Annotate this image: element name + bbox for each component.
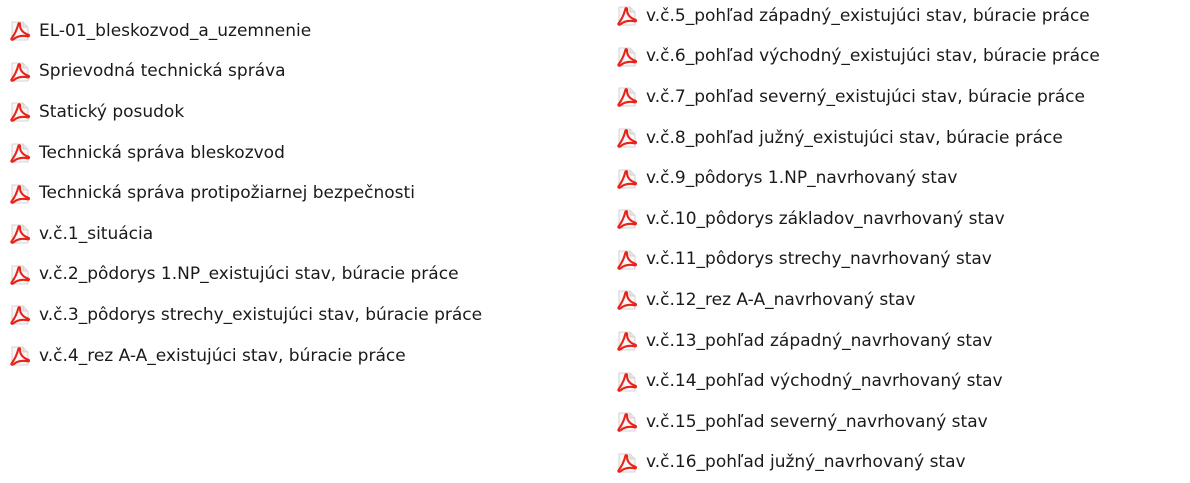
- file-name: v.č.13_pohľad západný_navrhovaný stav: [646, 330, 993, 351]
- file-item[interactable]: Statický posudok: [8, 92, 482, 133]
- file-name: v.č.3_pôdorys strechy_existujúci stav, b…: [39, 304, 483, 325]
- pdf-file-icon: [615, 410, 639, 434]
- file-item[interactable]: Technická správa bleskozvod: [8, 133, 482, 174]
- file-name: Sprievodná technická správa: [39, 61, 286, 82]
- file-name: v.č.16_pohľad južný_navrhovaný stav: [646, 452, 966, 473]
- pdf-file-icon: [8, 182, 32, 206]
- file-item[interactable]: v.č.14_pohľad východný_navrhovaný stav: [615, 361, 1100, 402]
- file-name: Technická správa protipožiarnej bezpečno…: [39, 183, 415, 204]
- file-item[interactable]: v.č.15_pohľad severný_navrhovaný stav: [615, 402, 1100, 443]
- pdf-file-icon: [615, 370, 639, 394]
- pdf-file-icon: [8, 263, 32, 287]
- pdf-file-icon: [615, 248, 639, 272]
- file-item[interactable]: v.č.7_pohľad severný_existujúci stav, bú…: [615, 77, 1100, 118]
- file-item[interactable]: v.č.9_pôdorys 1.NP_navrhovaný stav: [615, 158, 1100, 199]
- file-item[interactable]: v.č.12_rez A-A_navrhovaný stav: [615, 280, 1100, 321]
- file-name: v.č.1_situácia: [39, 223, 154, 244]
- file-list-right-column: v.č.5_pohľad západný_existujúci stav, bú…: [615, 0, 1100, 483]
- pdf-file-icon: [615, 126, 639, 150]
- file-item[interactable]: v.č.6_pohľad východný_existujúci stav, b…: [615, 37, 1100, 78]
- file-name: v.č.14_pohľad východný_navrhovaný stav: [646, 371, 1003, 392]
- pdf-file-icon: [615, 167, 639, 191]
- file-list-left-column: EL-01_bleskozvod_a_uzemnenie Sprievodná …: [8, 11, 482, 376]
- pdf-file-icon: [615, 207, 639, 231]
- file-item[interactable]: v.č.16_pohľad južný_navrhovaný stav: [615, 443, 1100, 483]
- file-item[interactable]: v.č.3_pôdorys strechy_existujúci stav, b…: [8, 295, 482, 336]
- file-name: v.č.12_rez A-A_navrhovaný stav: [646, 289, 916, 310]
- file-name: v.č.6_pohľad východný_existujúci stav, b…: [646, 46, 1100, 67]
- pdf-file-icon: [8, 344, 32, 368]
- file-name: EL-01_bleskozvod_a_uzemnenie: [39, 20, 312, 41]
- file-name: v.č.4_rez A-A_existujúci stav, búracie p…: [39, 345, 406, 366]
- pdf-file-icon: [615, 288, 639, 312]
- file-item[interactable]: v.č.10_pôdorys základov_navrhovaný stav: [615, 199, 1100, 240]
- file-name: v.č.7_pohľad severný_existujúci stav, bú…: [646, 86, 1085, 107]
- file-name: v.č.5_pohľad západný_existujúci stav, bú…: [646, 5, 1090, 26]
- pdf-file-icon: [615, 329, 639, 353]
- file-item[interactable]: v.č.5_pohľad západný_existujúci stav, bú…: [615, 0, 1100, 37]
- pdf-file-icon: [8, 303, 32, 327]
- file-item[interactable]: v.č.11_pôdorys strechy_navrhovaný stav: [615, 240, 1100, 281]
- file-item[interactable]: v.č.4_rez A-A_existujúci stav, búracie p…: [8, 336, 482, 377]
- file-name: v.č.10_pôdorys základov_navrhovaný stav: [646, 208, 1005, 229]
- pdf-file-icon: [8, 100, 32, 124]
- file-name: Technická správa bleskozvod: [39, 142, 285, 163]
- pdf-file-icon: [615, 451, 639, 475]
- file-item[interactable]: v.č.1_situácia: [8, 214, 482, 255]
- file-item[interactable]: v.č.2_pôdorys 1.NP_existujúci stav, búra…: [8, 255, 482, 296]
- file-name: v.č.2_pôdorys 1.NP_existujúci stav, búra…: [39, 264, 459, 285]
- pdf-file-icon: [8, 222, 32, 246]
- file-item[interactable]: Sprievodná technická správa: [8, 52, 482, 93]
- pdf-file-icon: [615, 85, 639, 109]
- pdf-file-icon: [8, 141, 32, 165]
- pdf-file-icon: [8, 19, 32, 43]
- pdf-file-icon: [615, 45, 639, 69]
- file-name: v.č.11_pôdorys strechy_navrhovaný stav: [646, 249, 992, 270]
- pdf-file-icon: [615, 4, 639, 28]
- file-name: v.č.15_pohľad severný_navrhovaný stav: [646, 411, 988, 432]
- file-name: v.č.8_pohľad južný_existujúci stav, búra…: [646, 127, 1063, 148]
- file-item[interactable]: v.č.13_pohľad západný_navrhovaný stav: [615, 321, 1100, 362]
- file-name: v.č.9_pôdorys 1.NP_navrhovaný stav: [646, 168, 958, 189]
- file-item[interactable]: Technická správa protipožiarnej bezpečno…: [8, 173, 482, 214]
- file-item[interactable]: v.č.8_pohľad južný_existujúci stav, búra…: [615, 118, 1100, 159]
- pdf-file-icon: [8, 60, 32, 84]
- file-item[interactable]: EL-01_bleskozvod_a_uzemnenie: [8, 11, 482, 52]
- file-name: Statický posudok: [39, 101, 185, 122]
